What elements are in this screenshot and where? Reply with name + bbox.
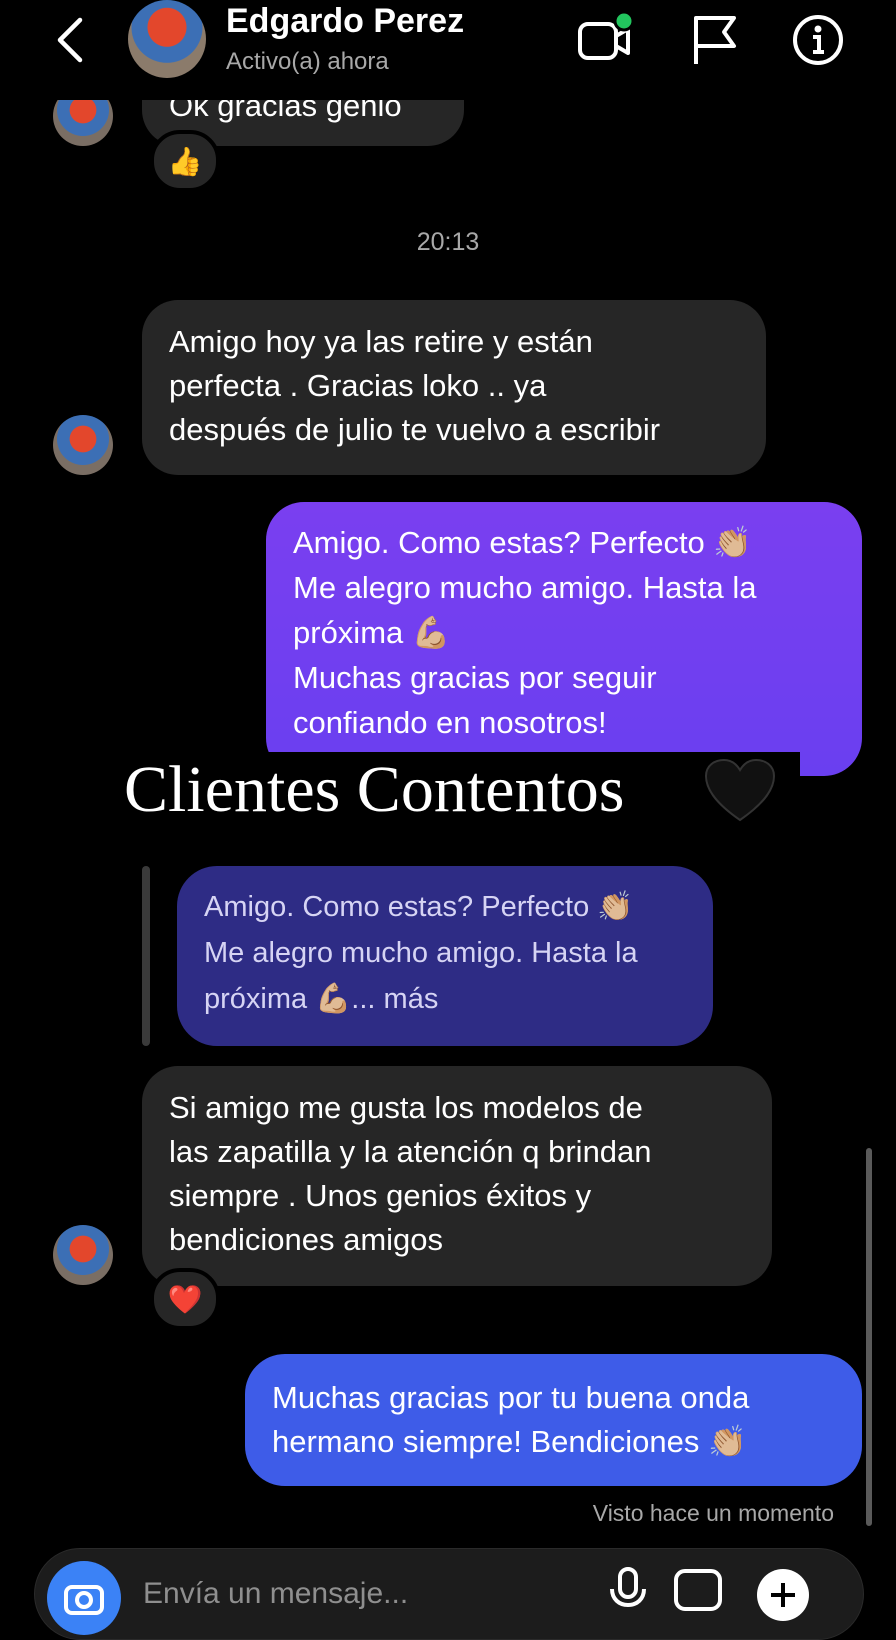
contact-name[interactable]: Edgardo Perez [226, 2, 464, 41]
reply-indicator-bar [142, 866, 150, 1046]
flag-icon[interactable] [684, 10, 744, 70]
message-composer: Envía un mensaje... [34, 1548, 864, 1640]
quoted-text: Amigo. Como estas? Perfecto 👏🏼 Me alegro… [204, 891, 638, 1015]
reaction-heart[interactable]: ❤️ [150, 1268, 220, 1330]
incoming-message[interactable]: Si amigo me gusta los modelos de las zap… [142, 1066, 772, 1286]
sender-avatar[interactable] [53, 415, 113, 475]
microphone-icon[interactable] [603, 1565, 653, 1615]
reaction-thumbs-up[interactable]: 👍 [150, 130, 220, 192]
scrollbar[interactable] [866, 1148, 872, 1526]
contact-avatar[interactable] [128, 0, 206, 78]
message-text: Muchas gracias por tu buena onda hermano… [272, 1380, 750, 1459]
info-icon[interactable] [788, 10, 848, 70]
incoming-message[interactable]: Amigo hoy ya las retire y están perfecta… [142, 300, 766, 475]
camera-button[interactable] [47, 1561, 121, 1635]
black-heart-icon [704, 758, 776, 822]
outgoing-message[interactable]: Muchas gracias por tu buena onda hermano… [245, 1354, 862, 1486]
message-input[interactable]: Envía un mensaje... [143, 1577, 408, 1611]
outgoing-message[interactable]: Amigo. Como estas? Perfecto 👏🏼 Me alegro… [266, 502, 862, 776]
message-text: Amigo hoy ya las retire y están perfecta… [169, 324, 661, 447]
camera-icon [64, 1585, 104, 1615]
contact-status: Activo(a) ahora [226, 48, 389, 75]
online-dot [613, 10, 634, 32]
chat-header: Edgardo Perez Activo(a) ahora [0, 0, 896, 100]
overlay-title: Clientes Contentos [124, 753, 625, 826]
seen-status: Visto hace un momento [592, 1500, 834, 1526]
timestamp: 20:13 [416, 228, 480, 256]
back-arrow-icon[interactable] [48, 14, 92, 66]
message-text: Si amigo me gusta los modelos de las zap… [169, 1090, 652, 1257]
gallery-icon[interactable] [671, 1565, 725, 1615]
video-call-icon[interactable] [574, 10, 634, 70]
message-text: Amigo. Como estas? Perfecto 👏🏼 Me alegro… [293, 525, 757, 740]
reaction-emoji: ❤️ [167, 1283, 203, 1315]
reaction-emoji: 👍 [167, 145, 203, 177]
add-icon[interactable] [753, 1565, 813, 1625]
quoted-message[interactable]: Amigo. Como estas? Perfecto 👏🏼 Me alegro… [177, 866, 713, 1046]
sender-avatar[interactable] [53, 1225, 113, 1285]
